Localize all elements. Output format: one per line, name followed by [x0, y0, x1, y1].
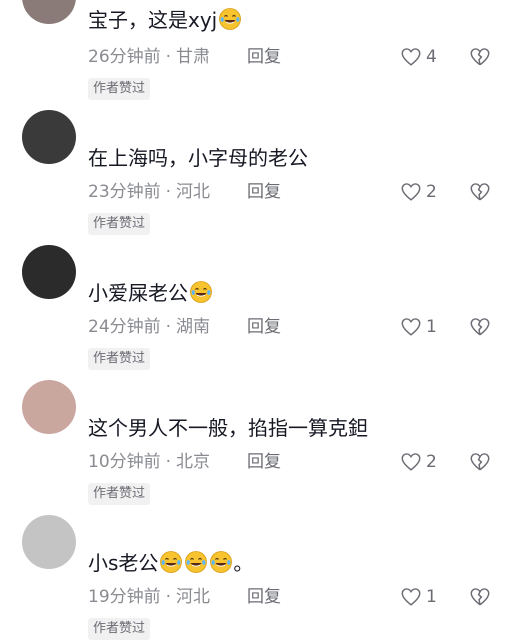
comment-location: 甘肃	[176, 47, 211, 67]
comment-body: 这个男人不一般，掐指一算克鉭	[88, 416, 368, 440]
like-count: 1	[426, 587, 437, 607]
comment-item: 这个男人不一般，掐指一算克鉭 10分钟前 · 北京 回复 2 作者赞过	[0, 365, 515, 505]
reply-button[interactable]: 回复	[247, 316, 281, 338]
author-liked-badge: 作者赞过	[88, 618, 151, 640]
heart-outline-icon	[401, 453, 421, 471]
like-count: 4	[426, 47, 437, 67]
broken-heart-icon	[470, 588, 490, 606]
like-count: 2	[426, 452, 437, 472]
dislike-button[interactable]	[469, 316, 491, 338]
heart-outline-icon	[401, 588, 421, 606]
comment-time: 26分钟前	[88, 47, 161, 67]
comment-text: 在上海吗，小字母的老公	[88, 145, 308, 171]
avatar[interactable]	[22, 0, 76, 24]
reply-button[interactable]: 回复	[247, 586, 281, 608]
dislike-button[interactable]	[469, 586, 491, 608]
comment-time: 24分钟前	[88, 317, 161, 337]
comment-body: 宝子，这是xyj	[88, 8, 218, 32]
comment-item: 小s老公 。 19分钟前 · 河北 回复 1 作者赞过	[0, 500, 515, 640]
comment-body: 小s老公	[88, 551, 159, 575]
broken-heart-icon	[470, 48, 490, 66]
comment-text: 宝子，这是xyj	[88, 7, 242, 33]
comment-trailing: 。	[233, 551, 254, 575]
comment-time: 10分钟前	[88, 452, 161, 472]
avatar[interactable]	[22, 515, 76, 569]
comment-text: 小爱屎老公	[88, 280, 213, 306]
heart-outline-icon	[401, 318, 421, 336]
comment-meta: 19分钟前 · 河北	[88, 587, 211, 607]
comment-location: 湖南	[176, 317, 211, 337]
comment-meta: 24分钟前 · 湖南	[88, 317, 211, 337]
comment-meta: 23分钟前 · 河北	[88, 182, 211, 202]
laughing-crying-emoji-icon	[189, 280, 213, 304]
avatar[interactable]	[22, 110, 76, 164]
comment-body: 小爱屎老公	[88, 281, 188, 305]
like-count: 2	[426, 182, 437, 202]
comment-item: 在上海吗，小字母的老公 23分钟前 · 河北 回复 2 作者赞过	[0, 95, 515, 235]
comment-location: 河北	[176, 182, 211, 202]
comment-item: 宝子，这是xyj 26分钟前 · 甘肃 回复 4 作者赞过	[0, 0, 515, 100]
dislike-button[interactable]	[469, 46, 491, 68]
reply-button[interactable]: 回复	[247, 46, 281, 68]
broken-heart-icon	[470, 453, 490, 471]
comment-location: 北京	[176, 452, 211, 472]
avatar[interactable]	[22, 380, 76, 434]
laughing-crying-emoji-icon	[218, 7, 242, 31]
comment-meta: 10分钟前 · 北京	[88, 452, 211, 472]
broken-heart-icon	[470, 318, 490, 336]
comment-time: 19分钟前	[88, 587, 161, 607]
laughing-crying-emoji-icon	[184, 550, 208, 574]
like-count: 1	[426, 317, 437, 337]
dislike-button[interactable]	[469, 181, 491, 203]
heart-outline-icon	[401, 48, 421, 66]
reply-button[interactable]: 回复	[247, 181, 281, 203]
comment-body: 在上海吗，小字母的老公	[88, 146, 308, 170]
comment-item: 小爱屎老公 24分钟前 · 湖南 回复 1 作者赞过	[0, 230, 515, 370]
broken-heart-icon	[470, 183, 490, 201]
avatar[interactable]	[22, 245, 76, 299]
dislike-button[interactable]	[469, 451, 491, 473]
comment-meta: 26分钟前 · 甘肃	[88, 47, 211, 67]
comment-location: 河北	[176, 587, 211, 607]
comment-text: 这个男人不一般，掐指一算克鉭	[88, 415, 368, 441]
heart-outline-icon	[401, 183, 421, 201]
reply-button[interactable]: 回复	[247, 451, 281, 473]
comment-text: 小s老公 。	[88, 550, 253, 576]
comment-time: 23分钟前	[88, 182, 161, 202]
laughing-crying-emoji-icon	[209, 550, 233, 574]
laughing-crying-emoji-icon	[159, 550, 183, 574]
